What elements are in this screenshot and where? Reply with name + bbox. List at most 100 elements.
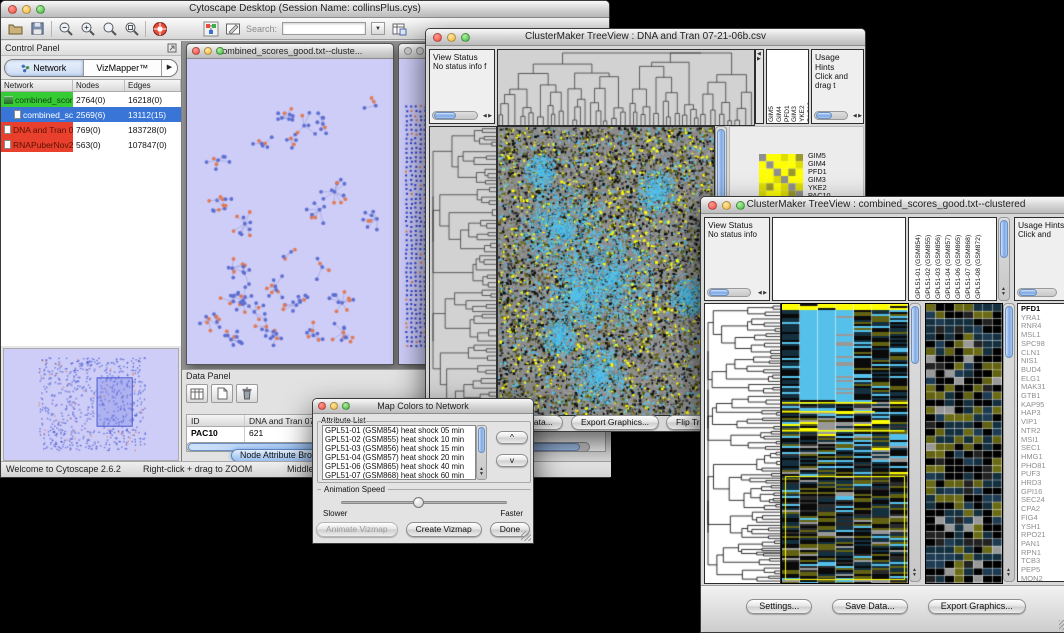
mini-scroll-strip[interactable]: ◀▶ xyxy=(755,49,764,124)
vizmapper-icon[interactable] xyxy=(202,20,219,37)
close-button[interactable] xyxy=(192,47,200,55)
col-network[interactable]: Network xyxy=(1,80,73,91)
array-column-label[interactable]: GPL51-04 (GSM857) xyxy=(944,219,953,299)
global-heatmap[interactable] xyxy=(781,303,909,584)
treeview2-button[interactable]: Export Graphics... xyxy=(928,599,1026,614)
network-view-window[interactable]: combined_scores_good.txt--cluste... xyxy=(186,43,394,365)
scroll-arrows[interactable]: ▲▼ xyxy=(912,568,917,578)
array-column-label[interactable]: GPL51-01 (GSM854) xyxy=(914,219,923,299)
scrollbar-thumb[interactable] xyxy=(911,306,919,364)
zoom-button[interactable] xyxy=(461,33,470,42)
treeview2-button[interactable]: Settings... xyxy=(746,599,812,614)
speed-slider-track[interactable] xyxy=(341,501,507,504)
scrollbar-thumb[interactable] xyxy=(478,427,485,453)
tab-vizmapper[interactable]: VizMapper™ xyxy=(83,60,162,76)
network-row[interactable]: DNA and Tran 07 769(0) 183728(0) xyxy=(1,122,181,137)
zoom-matrix[interactable] xyxy=(759,154,803,198)
gene-label[interactable]: MON2 xyxy=(1021,575,1064,582)
scroll-arrows[interactable]: ◀ ▶ xyxy=(853,114,862,119)
dialog-button[interactable]: Animate Vizmap xyxy=(316,522,398,537)
zoom-button[interactable] xyxy=(36,5,45,14)
zoom-out-icon[interactable] xyxy=(57,20,74,37)
zoom-actual-icon[interactable] xyxy=(101,20,118,37)
network-row[interactable]: RNAPuberNov2+ 563(0) 107847(0) xyxy=(1,137,181,152)
select-attributes-icon[interactable] xyxy=(186,384,208,403)
float-panel-icon[interactable] xyxy=(167,43,177,53)
minimize-button[interactable] xyxy=(416,47,424,55)
global-vscrollbar[interactable]: ▲▼ xyxy=(909,303,921,582)
scroll-arrows[interactable]: ◀ ▶ xyxy=(483,114,492,119)
scrollbar-thumb[interactable] xyxy=(1005,306,1013,358)
row-dendrogram[interactable] xyxy=(704,303,781,584)
annotation-icon[interactable] xyxy=(224,20,241,37)
tab-overflow-arrow[interactable]: ▶ xyxy=(161,60,177,76)
zoom-vscrollbar[interactable]: ▲▼ xyxy=(1003,303,1015,582)
dialog-button[interactable]: Create Vizmap xyxy=(406,522,482,537)
import-table-icon[interactable] xyxy=(390,20,407,37)
treeview2-button[interactable]: Save Data... xyxy=(832,599,908,614)
treeview1-titlebar[interactable]: ClusterMaker TreeView : DNA and Tran 07-… xyxy=(426,29,865,46)
close-button[interactable] xyxy=(433,33,442,42)
hints-hscrollbar[interactable] xyxy=(1017,288,1057,297)
array-column-label[interactable]: GPL51-03 (GSM856) xyxy=(934,219,943,299)
close-button[interactable] xyxy=(318,402,326,410)
scroll-arrows[interactable]: ▲▼ xyxy=(1001,287,1006,297)
save-icon[interactable] xyxy=(29,20,46,37)
array-column-label[interactable]: GPL51-02 (GSM855) xyxy=(924,219,933,299)
attribute-list-item[interactable]: GPL51-04 (GSM857) heat shock 20 min xyxy=(325,453,475,462)
minimize-button[interactable] xyxy=(447,33,456,42)
zoom-button[interactable] xyxy=(216,47,224,55)
minimize-button[interactable] xyxy=(22,5,31,14)
scrollbar-thumb[interactable] xyxy=(1000,220,1008,258)
scrollbar-thumb[interactable] xyxy=(709,289,729,296)
attribute-list-item[interactable]: GPL51-07 (GSM868) heat shock 60 min xyxy=(325,471,475,480)
network-view-titlebar[interactable]: combined_scores_good.txt--cluste... xyxy=(187,44,393,59)
network-row[interactable]: combined_scores_ 2764(0) 16218(0) xyxy=(1,92,181,107)
labels-vscrollbar[interactable]: ▲▼ xyxy=(998,217,1010,301)
scroll-arrows[interactable]: ◀ ▶ xyxy=(758,291,767,296)
tab-network[interactable]: Network xyxy=(5,60,83,76)
close-button[interactable] xyxy=(8,5,17,14)
scrollbar-thumb[interactable] xyxy=(1019,289,1037,296)
array-column-label[interactable]: GPL51-06 (GSM865) xyxy=(954,219,963,299)
zoom-button[interactable] xyxy=(736,201,745,210)
array-column-label[interactable]: GPL51-07 (GSM868) xyxy=(964,219,973,299)
global-heatmap[interactable] xyxy=(497,126,715,416)
resize-grip[interactable] xyxy=(1059,620,1064,630)
network-row[interactable]: combined_sco 2569(6) 13112(15) xyxy=(1,107,181,122)
zoom-in-icon[interactable] xyxy=(79,20,96,37)
delete-attribute-icon[interactable] xyxy=(236,384,258,403)
treeview2-titlebar[interactable]: ClusterMaker TreeView : combined_scores_… xyxy=(701,197,1064,214)
move-up-button[interactable]: ^ xyxy=(496,431,528,444)
status-hscrollbar[interactable] xyxy=(432,111,478,120)
scrollbar-thumb[interactable] xyxy=(434,112,456,119)
col-edges[interactable]: Edges xyxy=(125,80,181,91)
minimize-button[interactable] xyxy=(330,402,338,410)
row-dendrogram[interactable] xyxy=(429,126,497,416)
search-input[interactable] xyxy=(282,22,366,35)
attribute-list-item[interactable]: GPL51-01 (GSM854) heat shock 05 min xyxy=(325,426,475,435)
zoom-fit-icon[interactable] xyxy=(123,20,140,37)
treeview1-button[interactable]: Export Graphics... xyxy=(571,415,659,430)
dialog-titlebar[interactable]: Map Colors to Network xyxy=(313,399,533,414)
attribute-list-vscrollbar[interactable]: ▲▼ xyxy=(476,425,487,480)
matrix-column-label[interactable]: GIM5 xyxy=(769,51,776,122)
speed-slider-thumb[interactable] xyxy=(413,497,424,508)
help-ring-icon[interactable] xyxy=(151,20,168,37)
close-button[interactable] xyxy=(708,201,717,210)
attribute-list-item[interactable]: GPL51-06 (GSM865) heat shock 40 min xyxy=(325,462,475,471)
move-down-button[interactable]: v xyxy=(496,454,528,467)
scrollbar-thumb[interactable] xyxy=(816,112,832,119)
hints-hscrollbar[interactable] xyxy=(814,111,848,120)
matrix-column-label[interactable]: PAC10 xyxy=(808,51,809,122)
network-canvas[interactable] xyxy=(187,59,393,364)
attribute-list-item[interactable]: GPL51-02 (GSM855) heat shock 10 min xyxy=(325,435,475,444)
minimize-button[interactable] xyxy=(204,47,212,55)
cytoscape-titlebar[interactable]: Cytoscape Desktop (Session Name: collins… xyxy=(1,1,609,18)
zoom-heatmap[interactable] xyxy=(925,303,1003,584)
column-dendrogram[interactable] xyxy=(497,49,755,126)
matrix-column-label[interactable]: YKE2 xyxy=(800,51,807,122)
close-button[interactable] xyxy=(404,47,412,55)
attribute-list-item[interactable]: GPL51-03 (GSM856) heat shock 15 min xyxy=(325,444,475,453)
open-folder-icon[interactable] xyxy=(7,20,24,37)
